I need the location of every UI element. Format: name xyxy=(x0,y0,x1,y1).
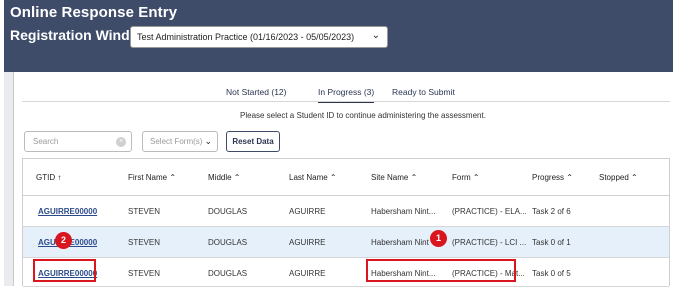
site-name-cell: Habersham Nint xyxy=(371,238,429,247)
first-name-cell: STEVEN xyxy=(128,238,161,247)
tab-label: Ready to Submit xyxy=(392,87,455,97)
tab-count: (3) xyxy=(363,87,375,97)
table-row[interactable]: AGUIRRE00000 STEVEN DOUGLAS AGUIRRE Habe… xyxy=(23,258,669,287)
tab-count: (12) xyxy=(271,87,287,97)
tab-label: In Progress xyxy=(318,87,362,97)
site-form-highlight-box xyxy=(366,259,516,282)
tab-label: Not Started xyxy=(226,87,269,97)
column-header-last-name[interactable]: Last Name ⌃ xyxy=(289,173,337,182)
callout-badge-2: 2 xyxy=(55,232,72,249)
table-header-row: GTID ↑ First Name ⌃ Middle ⌃ Last Name ⌃… xyxy=(23,159,669,196)
site-name-cell: Habersham Nint... xyxy=(371,207,436,216)
clear-icon[interactable]: × xyxy=(116,137,126,147)
app-header: Online Response Entry Registration Windo… xyxy=(4,0,673,72)
tabs-divider xyxy=(22,101,670,102)
registration-window-label: Registration Window xyxy=(10,27,150,43)
progress-cell: Task 2 of 6 xyxy=(532,207,571,216)
table-row[interactable]: AGUIRRE00000 STEVEN DOUGLAS AGUIRRE Habe… xyxy=(23,196,669,227)
registration-window-value: Test Administration Practice (01/16/2023… xyxy=(137,32,355,42)
chevron-down-icon: ⌄ xyxy=(371,30,380,41)
app-frame: Online Response Entry Registration Windo… xyxy=(0,0,674,287)
gtid-link[interactable]: AGUIRRE00000 xyxy=(38,207,97,216)
column-header-stopped[interactable]: Stopped ⌃ xyxy=(599,173,638,182)
table-row[interactable]: AGUIRRE00000 STEVEN DOUGLAS AGUIRRE Habe… xyxy=(23,227,669,258)
middle-cell: DOUGLAS xyxy=(208,207,248,216)
instruction-text: Please select a Student ID to continue a… xyxy=(240,111,486,120)
left-gutter xyxy=(4,72,13,286)
form-select-placeholder: Select Form(s) xyxy=(150,137,203,146)
reset-data-button[interactable]: Reset Data xyxy=(226,131,280,152)
chevron-down-icon: ⌄ xyxy=(204,136,212,146)
search-input[interactable]: Search × xyxy=(24,131,132,152)
middle-cell: DOUGLAS xyxy=(208,238,248,247)
middle-cell: DOUGLAS xyxy=(208,269,248,278)
column-header-site-name[interactable]: Site Name ⌃ xyxy=(371,173,417,182)
callout-badge-1: 1 xyxy=(430,230,447,247)
first-name-cell: STEVEN xyxy=(128,269,161,278)
progress-cell: Task 0 of 1 xyxy=(532,238,571,247)
form-cell: (PRACTICE) - ELA... xyxy=(452,207,527,216)
page-title: Online Response Entry xyxy=(10,4,178,21)
gtid-highlight-box xyxy=(33,259,96,282)
last-name-cell: AGUIRRE xyxy=(289,238,326,247)
first-name-cell: STEVEN xyxy=(128,207,161,216)
last-name-cell: AGUIRRE xyxy=(289,269,326,278)
column-header-first-name[interactable]: First Name ⌃ xyxy=(128,173,176,182)
student-table: GTID ↑ First Name ⌃ Middle ⌃ Last Name ⌃… xyxy=(22,158,670,287)
column-header-middle[interactable]: Middle ⌃ xyxy=(208,173,241,182)
form-select[interactable]: Select Form(s) ⌄ xyxy=(142,131,218,152)
progress-cell: Task 0 of 5 xyxy=(532,269,571,278)
tab-ready-to-submit[interactable]: Ready to Submit xyxy=(392,87,455,97)
column-header-form[interactable]: Form ⌃ xyxy=(452,173,480,182)
column-header-gtid[interactable]: GTID ↑ xyxy=(36,173,61,182)
search-placeholder: Search xyxy=(33,137,59,146)
last-name-cell: AGUIRRE xyxy=(289,207,326,216)
tab-not-started[interactable]: Not Started (12) xyxy=(226,87,287,97)
registration-window-select[interactable]: Test Administration Practice (01/16/2023… xyxy=(130,26,388,48)
form-cell: (PRACTICE) - LCI ... xyxy=(452,238,527,247)
column-header-progress[interactable]: Progress ⌃ xyxy=(532,173,573,182)
